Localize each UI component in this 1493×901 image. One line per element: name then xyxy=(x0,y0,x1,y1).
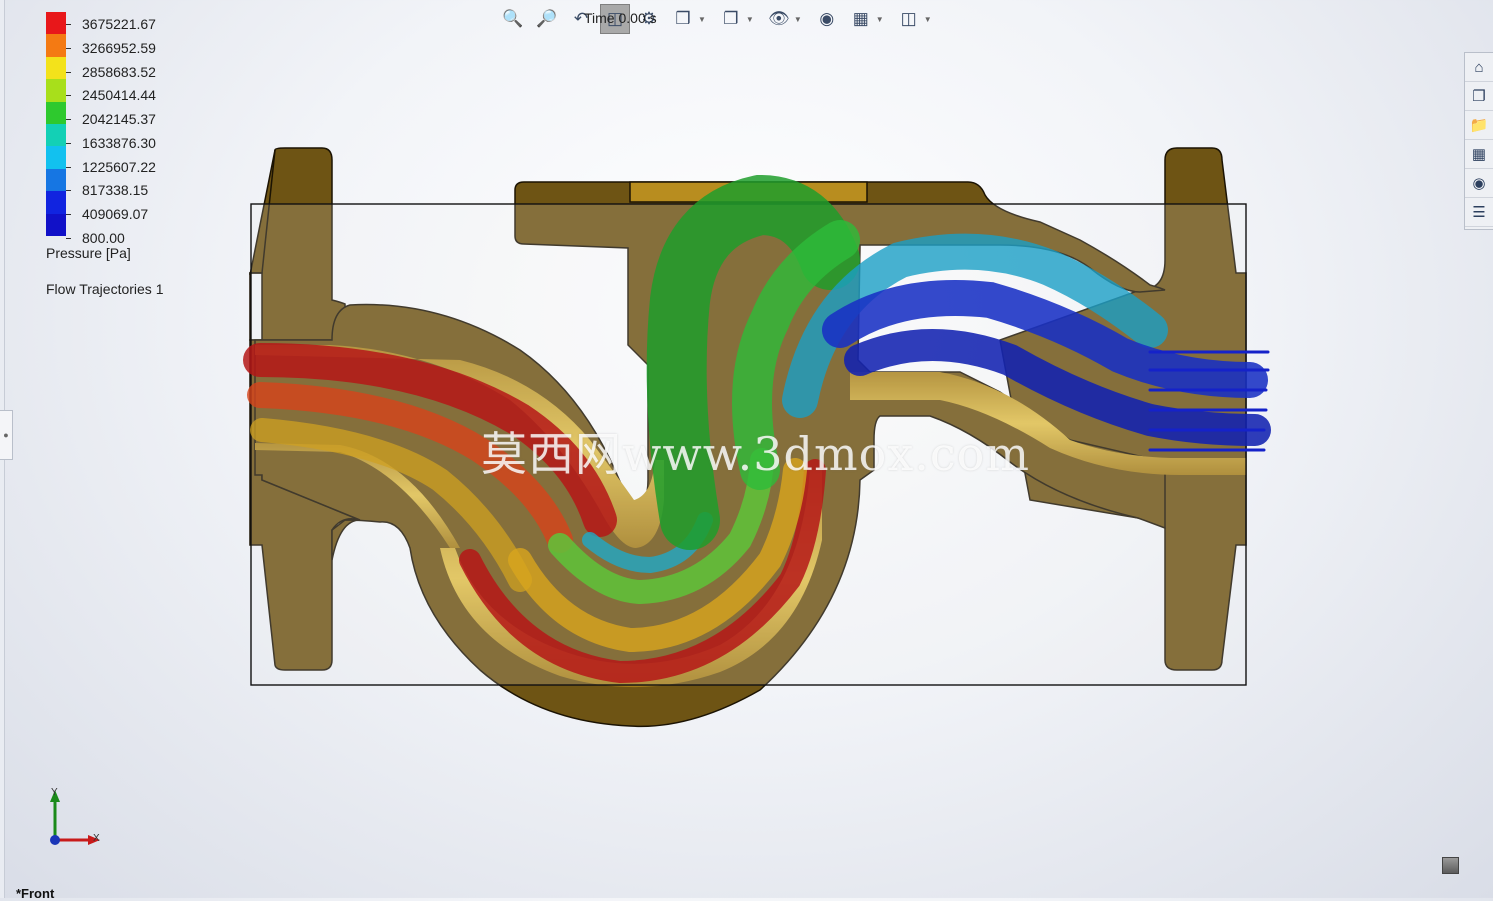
task-pane-tabs: ⌂ ❐ 📁 ▦ ◉ ☰ xyxy=(1464,52,1493,230)
view-settings-icon: ◫ xyxy=(900,9,917,28)
edit-appearance-icon: ◉ xyxy=(819,9,835,28)
task-pane-custom-properties-tab[interactable]: ☰ xyxy=(1465,198,1493,227)
legend-value: 409069.07 xyxy=(82,206,149,223)
legend-color-step xyxy=(46,213,66,236)
folder-icon: 📁 xyxy=(1469,117,1489,134)
home-icon: ⌂ xyxy=(1474,58,1484,76)
task-pane-home-tab[interactable]: ⌂ xyxy=(1465,53,1493,82)
legend-value: 2042145.37 xyxy=(82,111,156,128)
dynamic-annotation-button[interactable]: ⚙ xyxy=(634,4,664,34)
zoom-to-fit-icon: 🔍 xyxy=(502,9,524,28)
legend-tick xyxy=(66,238,71,239)
legend-tick xyxy=(66,71,71,73)
edit-appearance-button[interactable]: ◉ xyxy=(812,4,842,34)
task-pane-folder-tab[interactable]: 📁 xyxy=(1465,111,1493,140)
section-view-icon: ◫ xyxy=(606,9,624,28)
view-settings-button[interactable]: ◫ xyxy=(894,4,924,34)
display-style-icon: ❐ xyxy=(723,9,739,28)
legend-color-step xyxy=(46,123,66,147)
legend-value: 2858683.52 xyxy=(82,63,156,80)
legend-value: 1633876.30 xyxy=(82,134,156,151)
legend-tick xyxy=(66,95,71,97)
parts-icon: ❐ xyxy=(1472,88,1486,105)
triad-y-label: Y xyxy=(51,787,58,798)
heads-up-view-toolbar: 🔍 🔎 ↶ ◫ ⚙ ❒ ▼ ❐ ▼ 👁 ▼ ◉ ▦ ▼ ◫ ▼ xyxy=(498,2,938,36)
custom-properties-icon: ☰ xyxy=(1472,204,1486,221)
hide-show-dropdown-icon[interactable]: ▼ xyxy=(794,15,802,24)
legend-tick xyxy=(66,142,71,144)
legend-value: 2450414.44 xyxy=(82,87,156,104)
task-pane-parts-tab[interactable]: ❐ xyxy=(1465,82,1493,111)
hide-show-icon: 👁 xyxy=(768,9,790,28)
legend-color-step xyxy=(46,12,66,35)
view-orientation-dropdown-icon[interactable]: ▼ xyxy=(698,15,706,24)
previous-view-icon: ↶ xyxy=(573,9,589,28)
task-pane-view-palette-tab[interactable]: ▦ xyxy=(1465,140,1493,169)
view-orientation-button[interactable]: ❒ xyxy=(668,4,698,34)
view-settings-dropdown-icon[interactable]: ▼ xyxy=(924,15,932,24)
zoom-area-icon: 🔎 xyxy=(536,9,558,28)
legend-value: 3266952.59 xyxy=(82,39,156,56)
zoom-area-button[interactable]: 🔎 xyxy=(532,4,562,34)
flow-trajectories-label[interactable]: Flow Trajectories 1 xyxy=(46,281,163,297)
legend-color-step xyxy=(46,56,66,80)
task-pane-appearance-tab[interactable]: ◉ xyxy=(1465,169,1493,198)
legend-color-step xyxy=(46,191,66,214)
legend-value: 817338.15 xyxy=(82,182,149,199)
triad-x-label: X xyxy=(93,833,100,844)
previous-view-button[interactable]: ↶ xyxy=(566,4,596,34)
display-style-dropdown-icon[interactable]: ▼ xyxy=(746,15,754,24)
legend-color-step xyxy=(46,101,66,124)
legend-title: Pressure [Pa] xyxy=(46,245,131,261)
apply-scene-dropdown-icon[interactable]: ▼ xyxy=(876,15,884,24)
legend-tick xyxy=(66,214,71,216)
dynamic-annotation-icon: ⚙ xyxy=(641,9,657,28)
legend-tick xyxy=(66,24,71,25)
viewport-corner-button[interactable] xyxy=(1442,857,1459,874)
legend-color-step xyxy=(46,79,66,102)
hide-show-button[interactable]: 👁 xyxy=(764,4,794,34)
appearance-icon: ◉ xyxy=(1472,175,1486,192)
legend-tick xyxy=(66,166,71,168)
display-style-button[interactable]: ❐ xyxy=(716,4,746,34)
zoom-to-fit-button[interactable]: 🔍 xyxy=(498,4,528,34)
view-palette-icon: ▦ xyxy=(1471,146,1487,163)
legend-color-step xyxy=(46,34,66,57)
legend-color-step xyxy=(46,146,66,169)
legend-value: 800.00 xyxy=(82,230,125,246)
legend-color-step xyxy=(46,168,66,192)
legend-tick xyxy=(66,119,71,121)
view-orientation-icon: ❒ xyxy=(675,9,691,28)
legend-value: 1225607.22 xyxy=(82,158,156,175)
legend-color-scale xyxy=(46,12,66,236)
legend-tick xyxy=(66,190,71,192)
watermark-text: 莫西网www.3dmox.com xyxy=(481,427,1030,481)
legend-value: 3675221.67 xyxy=(82,16,156,32)
apply-scene-icon: ▦ xyxy=(852,9,869,28)
view-orientation-name: *Front xyxy=(16,886,55,901)
apply-scene-button[interactable]: ▦ xyxy=(846,4,876,34)
section-view-button[interactable]: ◫ xyxy=(600,4,630,34)
legend-tick xyxy=(66,47,71,49)
